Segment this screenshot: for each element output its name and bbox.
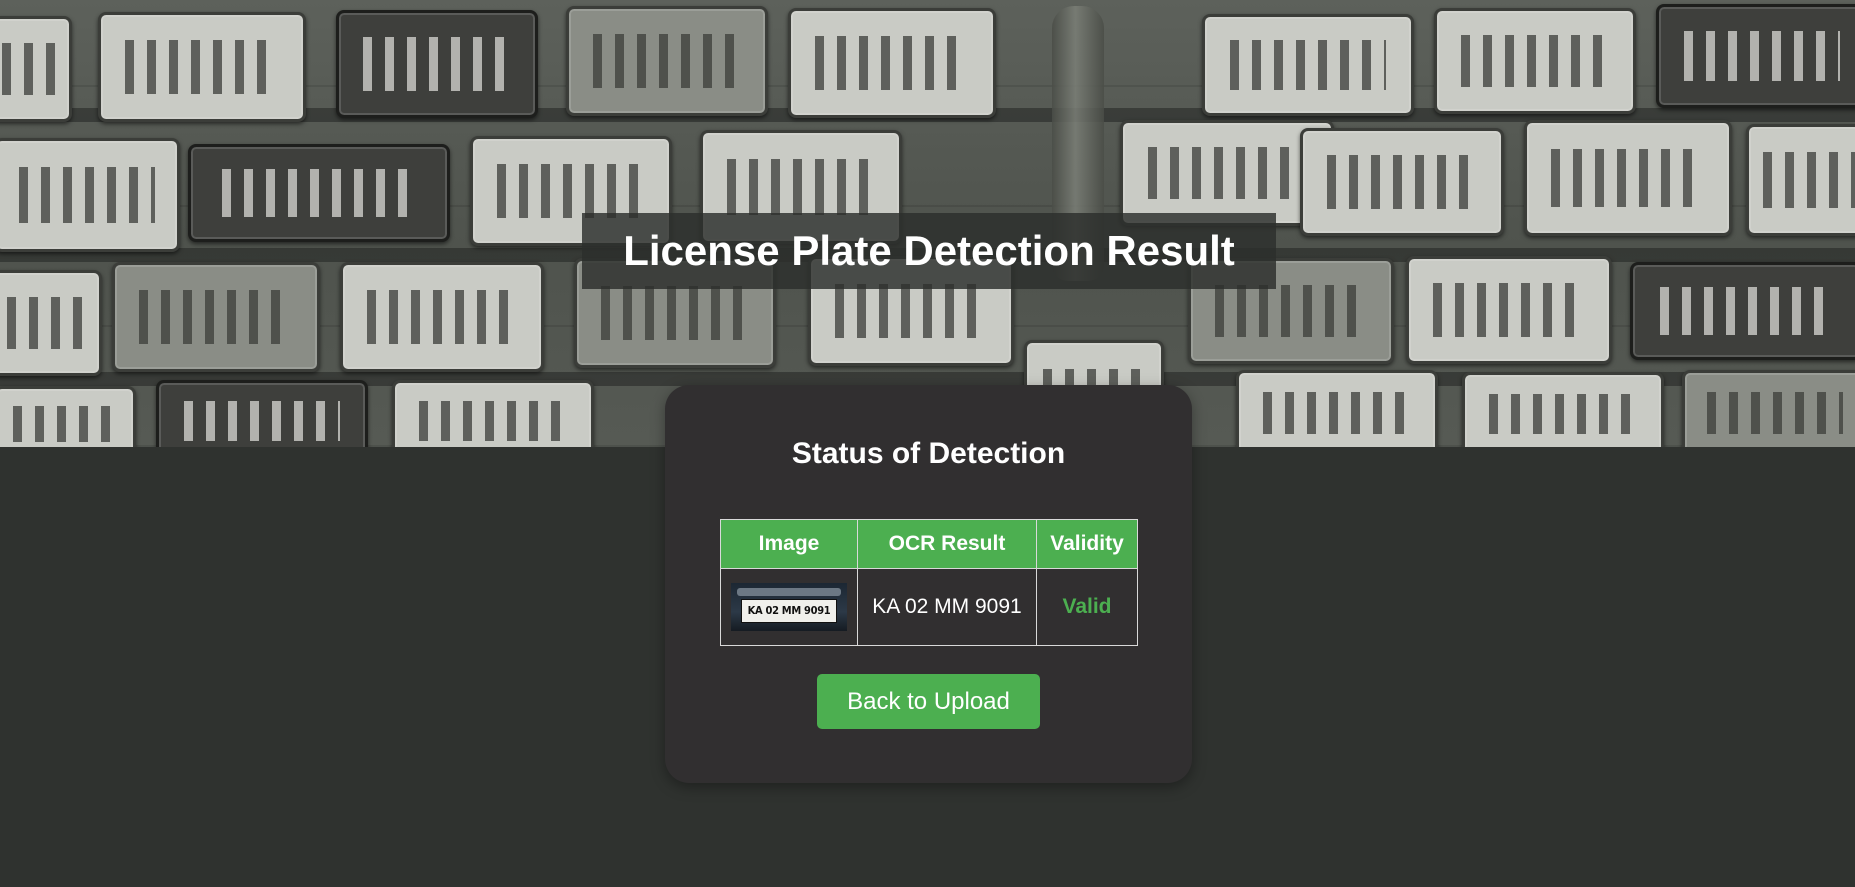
license-plate-decoration — [1656, 4, 1855, 108]
license-plate-decoration — [1202, 14, 1414, 116]
license-plate-decoration — [1236, 370, 1438, 447]
detection-result-table: Image OCR Result Validity KA 02 MM 9091 … — [720, 519, 1138, 646]
license-plate-decoration — [1434, 8, 1636, 114]
license-plate-decoration — [112, 262, 320, 372]
license-plate-decoration — [0, 16, 72, 122]
license-plate-decoration — [0, 138, 180, 252]
column-header-ocr-result: OCR Result — [857, 519, 1037, 569]
license-plate-decoration — [1300, 128, 1504, 236]
license-plate-decoration — [340, 262, 544, 372]
back-to-upload-button[interactable]: Back to Upload — [817, 674, 1040, 729]
license-plate-decoration — [156, 380, 368, 447]
license-plate-decoration — [1682, 370, 1855, 447]
validity-status-badge: Valid — [1062, 595, 1112, 618]
thumbnail-plate-text: KA 02 MM 9091 — [741, 599, 837, 623]
license-plate-decoration — [0, 270, 102, 376]
license-plate-decoration — [336, 10, 538, 118]
car-bumper-shape — [737, 588, 841, 596]
cell-ocr-result: KA 02 MM 9091 — [857, 568, 1037, 646]
license-plate-decoration — [0, 386, 136, 447]
column-header-validity: Validity — [1036, 519, 1138, 569]
license-plate-decoration — [392, 380, 594, 447]
license-plate-decoration — [566, 6, 768, 116]
license-plate-decoration — [1524, 120, 1732, 236]
page-title: License Plate Detection Result — [582, 213, 1276, 289]
column-header-image: Image — [720, 519, 858, 569]
card-title: Status of Detection — [791, 437, 1066, 470]
table-header-row: Image OCR Result Validity — [720, 519, 1138, 569]
cell-image: KA 02 MM 9091 — [720, 568, 858, 646]
license-plate-decoration — [788, 8, 996, 118]
license-plate-thumbnail: KA 02 MM 9091 — [731, 583, 847, 631]
table-row: KA 02 MM 9091 KA 02 MM 9091 Valid — [720, 568, 1138, 646]
license-plate-decoration — [1406, 256, 1612, 364]
license-plate-decoration — [1462, 372, 1664, 447]
license-plate-decoration — [98, 12, 306, 122]
license-plate-decoration — [1630, 262, 1855, 360]
detection-status-card: Status of Detection Image OCR Result Val… — [665, 385, 1192, 783]
cell-validity: Valid — [1036, 568, 1138, 646]
license-plate-decoration — [188, 144, 450, 242]
license-plate-decoration — [1746, 124, 1855, 236]
